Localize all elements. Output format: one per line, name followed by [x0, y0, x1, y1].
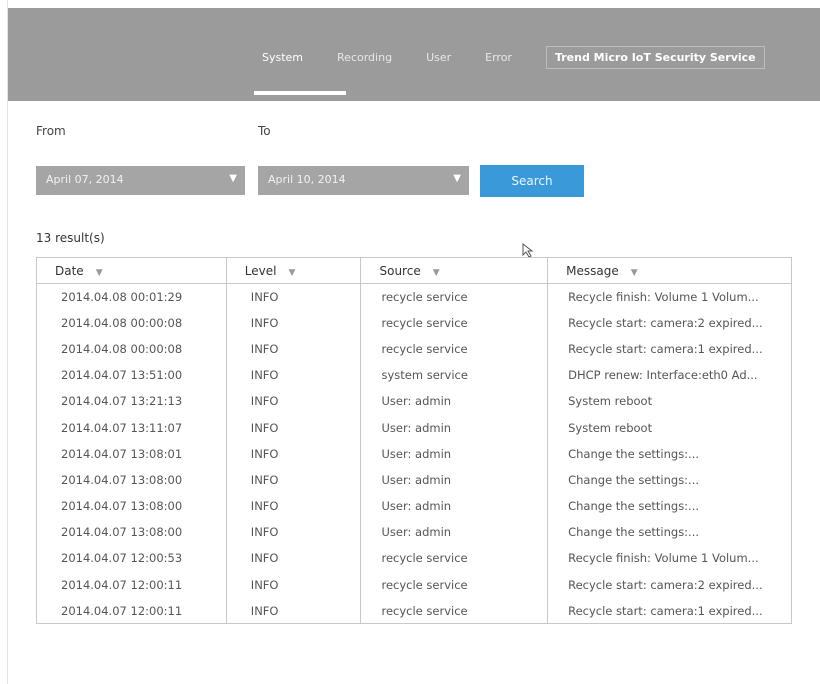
table-row[interactable]: 2014.04.08 00:00:08 INFO recycle service Re… — [36, 335, 792, 363]
cell-message: Change the settings:... — [547, 440, 792, 467]
cell-level: INFO — [226, 283, 362, 310]
cell-level: INFO — [226, 414, 362, 441]
tab-system[interactable]: System — [262, 51, 303, 64]
cell-message: Recycle finish: Volume 1 Volum... — [547, 545, 792, 572]
cell-source: User: admin — [360, 414, 549, 441]
tab-recording[interactable]: Recording — [337, 51, 392, 64]
cell-source: recycle service — [360, 335, 549, 363]
cell-date: 2014.04.07 13:21:13 — [36, 388, 227, 415]
column-header-date[interactable]: Date ▼ — [36, 257, 227, 284]
window-left-edge — [0, 0, 8, 684]
table-row[interactable]: 2014.04.07 13:51:00 INFO system service DHC… — [36, 362, 792, 389]
cell-date: 2014.04.07 12:00:11 — [36, 597, 227, 625]
cell-date: 2014.04.08 00:01:29 — [36, 283, 227, 310]
cell-source: User: admin — [360, 519, 549, 546]
table-row[interactable]: 2014.04.08 00:01:29 INFO recycle service Re… — [36, 283, 792, 310]
table-row[interactable]: 2014.04.07 13:08:01 INFO User: admin Change… — [36, 440, 792, 467]
cell-level: INFO — [226, 309, 362, 336]
table-row[interactable]: 2014.04.07 12:00:11 INFO recycle service Re… — [36, 597, 792, 625]
cell-date: 2014.04.08 00:00:08 — [36, 335, 227, 363]
tab-error[interactable]: Error — [485, 51, 512, 64]
cell-level: INFO — [226, 388, 362, 415]
column-header-message[interactable]: Message ▼ — [547, 257, 792, 284]
chevron-down-icon: ▼ — [229, 173, 237, 184]
table-row[interactable]: 2014.04.07 13:11:07 INFO User: admin System… — [36, 414, 792, 441]
cell-level: INFO — [226, 545, 362, 572]
cell-date: 2014.04.07 13:51:00 — [36, 362, 227, 389]
cell-source: recycle service — [360, 545, 549, 572]
table-row[interactable]: 2014.04.07 13:08:00 INFO User: admin Change… — [36, 493, 792, 520]
to-date-value: April 10, 2014 — [268, 173, 346, 186]
cell-date: 2014.04.07 13:08:01 — [36, 440, 227, 467]
from-date-select[interactable]: April 07, 2014 ▼ — [36, 166, 245, 195]
tab-trend-micro[interactable]: Trend Micro IoT Security Service — [545, 46, 765, 69]
cell-message: Recycle start: camera:1 expired... — [547, 597, 792, 625]
cell-level: INFO — [226, 362, 362, 389]
cell-message: DHCP renew: Interface:eth0 Ad... — [547, 362, 792, 389]
cell-level: INFO — [226, 493, 362, 520]
cell-date: 2014.04.07 13:08:00 — [36, 493, 227, 520]
cell-source: recycle service — [360, 309, 549, 336]
table-row[interactable]: 2014.04.07 13:08:00 INFO User: admin Change… — [36, 466, 792, 493]
cell-date: 2014.04.07 13:08:00 — [36, 466, 227, 493]
cell-date: 2014.04.07 13:11:07 — [36, 414, 227, 441]
cell-level: INFO — [226, 466, 362, 493]
cell-level: INFO — [226, 597, 362, 625]
cell-message: Recycle start: camera:1 expired... — [547, 335, 792, 363]
table-row[interactable]: 2014.04.07 13:21:13 INFO User: admin System… — [36, 388, 792, 415]
column-header-level[interactable]: Level ▼ — [226, 257, 362, 284]
cell-source: User: admin — [360, 466, 549, 493]
cell-level: INFO — [226, 519, 362, 546]
cell-source: User: admin — [360, 388, 549, 415]
sort-down-icon[interactable]: ▼ — [288, 268, 295, 278]
sort-down-icon[interactable]: ▼ — [631, 268, 638, 278]
cell-date: 2014.04.08 00:00:08 — [36, 309, 227, 336]
from-label: From — [36, 124, 66, 138]
cell-message: Change the settings:... — [547, 493, 792, 520]
chevron-down-icon: ▼ — [453, 173, 461, 184]
cell-source: recycle service — [360, 571, 549, 598]
cell-message: Change the settings:... — [547, 466, 792, 493]
cell-source: User: admin — [360, 440, 549, 467]
cell-date: 2014.04.07 12:00:53 — [36, 545, 227, 572]
from-date-value: April 07, 2014 — [46, 173, 124, 186]
sort-down-icon[interactable]: ▼ — [96, 268, 103, 278]
cell-message: Recycle start: camera:2 expired... — [547, 571, 792, 598]
results-count: 13 result(s) — [36, 231, 105, 245]
table-row[interactable]: 2014.04.07 12:00:11 INFO recycle service Re… — [36, 571, 792, 598]
search-button[interactable]: Search — [480, 165, 584, 197]
cell-level: INFO — [226, 335, 362, 363]
to-date-select[interactable]: April 10, 2014 ▼ — [258, 166, 469, 195]
cell-message: System reboot — [547, 414, 792, 441]
cell-source: system service — [360, 362, 549, 389]
event-log-table: Date ▼ Level ▼ Source ▼ Message ▼ 2014.04.08… — [36, 257, 792, 625]
cell-source: recycle service — [360, 597, 549, 625]
log-tabs: System Recording User Error Trend Micro … — [262, 46, 765, 69]
to-label: To — [258, 124, 271, 138]
table-row[interactable]: 2014.04.07 12:00:53 INFO recycle service Re… — [36, 545, 792, 572]
cell-message: Change the settings:... — [547, 519, 792, 546]
tab-user[interactable]: User — [426, 51, 451, 64]
table-row[interactable]: 2014.04.08 00:00:08 INFO recycle service Re… — [36, 309, 792, 336]
cell-message: System reboot — [547, 388, 792, 415]
cell-date: 2014.04.07 13:08:00 — [36, 519, 227, 546]
cell-level: INFO — [226, 440, 362, 467]
cell-level: INFO — [226, 571, 362, 598]
table-header-row: Date ▼ Level ▼ Source ▼ Message ▼ — [36, 257, 792, 284]
table-row[interactable]: 2014.04.07 13:08:00 INFO User: admin Change… — [36, 519, 792, 546]
cell-source: User: admin — [360, 493, 549, 520]
cell-date: 2014.04.07 12:00:11 — [36, 571, 227, 598]
cell-message: Recycle finish: Volume 1 Volum... — [547, 283, 792, 310]
active-tab-indicator — [254, 91, 346, 95]
sort-down-icon[interactable]: ▼ — [433, 268, 440, 278]
cell-source: recycle service — [360, 283, 549, 310]
column-header-source[interactable]: Source ▼ — [360, 257, 549, 284]
cell-message: Recycle start: camera:2 expired... — [547, 309, 792, 336]
